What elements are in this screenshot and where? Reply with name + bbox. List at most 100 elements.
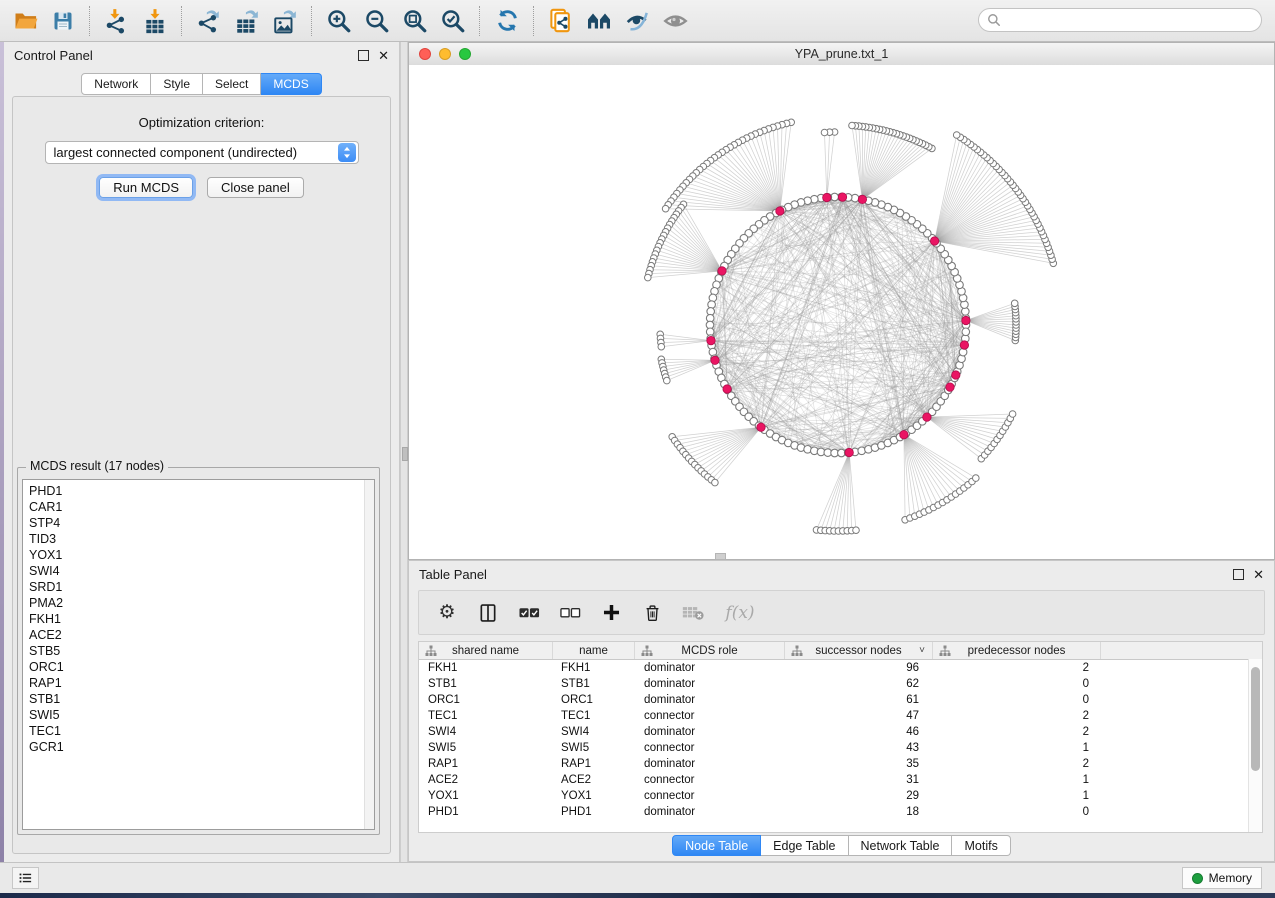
mcds-list-scrollbar[interactable] bbox=[364, 480, 374, 829]
optimization-criterion-select[interactable]: largest connected component (undirected) bbox=[45, 141, 359, 164]
table-cell[interactable]: 35 bbox=[785, 758, 933, 770]
column-header-mcds-role[interactable]: MCDS role bbox=[635, 642, 785, 659]
table-row[interactable]: SWI5SWI5connector431 bbox=[419, 740, 1262, 756]
import-table-button[interactable] bbox=[136, 3, 174, 39]
zoom-out-button[interactable] bbox=[358, 3, 396, 39]
table-cell[interactable]: PHD1 bbox=[553, 806, 635, 818]
table-cell[interactable]: 2 bbox=[933, 758, 1101, 770]
table-row[interactable]: ORC1ORC1dominator610 bbox=[419, 692, 1262, 708]
float-panel-icon[interactable] bbox=[358, 50, 369, 61]
tab-mcds[interactable]: MCDS bbox=[261, 73, 321, 95]
network-window-titlebar[interactable]: YPA_prune.txt_1 bbox=[409, 43, 1274, 66]
table-cell[interactable]: TEC1 bbox=[419, 710, 553, 722]
mcds-result-item[interactable]: TEC1 bbox=[29, 723, 374, 739]
search-input[interactable] bbox=[1006, 12, 1261, 28]
table-row[interactable]: STB1STB1dominator620 bbox=[419, 676, 1262, 692]
close-table-panel-icon[interactable]: ✕ bbox=[1253, 568, 1264, 581]
table-cell[interactable]: RAP1 bbox=[553, 758, 635, 770]
show-graphics-details-button[interactable] bbox=[656, 3, 694, 39]
binoculars-button[interactable] bbox=[580, 3, 618, 39]
mcds-result-item[interactable]: STB5 bbox=[29, 643, 374, 659]
tab-network[interactable]: Network bbox=[81, 73, 151, 95]
table-cell[interactable]: SWI4 bbox=[553, 726, 635, 738]
tab-motifs[interactable]: Motifs bbox=[952, 835, 1010, 856]
close-panel-button[interactable]: Close panel bbox=[207, 177, 304, 198]
mcds-result-item[interactable]: CAR1 bbox=[29, 499, 374, 515]
export-network-button[interactable] bbox=[190, 3, 228, 39]
table-cell[interactable]: 46 bbox=[785, 726, 933, 738]
zoom-selected-button[interactable] bbox=[434, 3, 472, 39]
table-cell[interactable]: 2 bbox=[933, 726, 1101, 738]
table-cell[interactable]: connector bbox=[635, 790, 785, 802]
column-header-shared-name[interactable]: shared name bbox=[419, 642, 553, 659]
table-cell[interactable]: 18 bbox=[785, 806, 933, 818]
mcds-result-item[interactable]: SRD1 bbox=[29, 579, 374, 595]
save-session-button[interactable] bbox=[44, 3, 82, 39]
table-cell[interactable]: PHD1 bbox=[419, 806, 553, 818]
function-builder-button[interactable]: f(x) bbox=[723, 602, 757, 624]
tab-network-table[interactable]: Network Table bbox=[849, 835, 953, 856]
run-mcds-button[interactable]: Run MCDS bbox=[99, 177, 193, 198]
table-cell[interactable]: dominator bbox=[635, 726, 785, 738]
table-scrollbar[interactable] bbox=[1248, 659, 1262, 832]
table-cell[interactable]: ACE2 bbox=[419, 774, 553, 786]
mcds-result-list[interactable]: PHD1CAR1STP4TID3YOX1SWI4SRD1PMA2FKH1ACE2… bbox=[22, 479, 375, 830]
table-cell[interactable]: 2 bbox=[933, 662, 1101, 674]
table-row[interactable]: PHD1PHD1dominator180 bbox=[419, 804, 1262, 820]
table-cell[interactable]: TEC1 bbox=[553, 710, 635, 722]
mcds-result-item[interactable]: FKH1 bbox=[29, 611, 374, 627]
task-history-button[interactable] bbox=[12, 867, 39, 889]
table-cell[interactable]: RAP1 bbox=[419, 758, 553, 770]
table-row[interactable]: FKH1FKH1dominator962 bbox=[419, 660, 1262, 676]
panel-divider[interactable] bbox=[400, 42, 408, 862]
delete-table-button[interactable] bbox=[682, 602, 704, 624]
tab-style[interactable]: Style bbox=[151, 73, 203, 95]
deselect-all-columns-button[interactable] bbox=[559, 602, 581, 624]
table-cell[interactable]: 2 bbox=[933, 710, 1101, 722]
table-row[interactable]: SWI4SWI4dominator462 bbox=[419, 724, 1262, 740]
network-from-file-button[interactable] bbox=[542, 3, 580, 39]
table-cell[interactable]: 0 bbox=[933, 678, 1101, 690]
column-header-successor-nodes[interactable]: successor nodes ˅ bbox=[785, 642, 933, 659]
mcds-result-item[interactable]: YOX1 bbox=[29, 547, 374, 563]
close-window-icon[interactable] bbox=[419, 48, 431, 60]
table-cell[interactable]: 0 bbox=[933, 806, 1101, 818]
tab-edge-table[interactable]: Edge Table bbox=[761, 835, 848, 856]
table-row[interactable]: ACE2ACE2connector311 bbox=[419, 772, 1262, 788]
mcds-result-item[interactable]: SWI5 bbox=[29, 707, 374, 723]
table-cell[interactable]: STB1 bbox=[419, 678, 553, 690]
table-cell[interactable]: 43 bbox=[785, 742, 933, 754]
mcds-result-item[interactable]: PMA2 bbox=[29, 595, 374, 611]
zoom-in-button[interactable] bbox=[320, 3, 358, 39]
mcds-result-item[interactable]: RAP1 bbox=[29, 675, 374, 691]
close-panel-icon[interactable]: ✕ bbox=[378, 49, 389, 62]
table-row[interactable]: RAP1RAP1dominator352 bbox=[419, 756, 1262, 772]
mcds-result-item[interactable]: STB1 bbox=[29, 691, 374, 707]
column-header-name[interactable]: name bbox=[553, 642, 635, 659]
minimize-window-icon[interactable] bbox=[439, 48, 451, 60]
column-header-predecessor-nodes[interactable]: predecessor nodes bbox=[933, 642, 1101, 659]
mcds-result-item[interactable]: STP4 bbox=[29, 515, 374, 531]
mcds-result-item[interactable]: GCR1 bbox=[29, 739, 374, 755]
table-cell[interactable]: FKH1 bbox=[553, 662, 635, 674]
tab-select[interactable]: Select bbox=[203, 73, 261, 95]
table-cell[interactable]: dominator bbox=[635, 758, 785, 770]
table-cell[interactable]: ORC1 bbox=[419, 694, 553, 706]
table-cell[interactable]: connector bbox=[635, 710, 785, 722]
table-cell[interactable]: SWI4 bbox=[419, 726, 553, 738]
mcds-result-item[interactable]: PHD1 bbox=[29, 483, 374, 499]
table-cell[interactable]: 1 bbox=[933, 742, 1101, 754]
table-cell[interactable]: dominator bbox=[635, 662, 785, 674]
table-cell[interactable]: dominator bbox=[635, 806, 785, 818]
mcds-result-item[interactable]: SWI4 bbox=[29, 563, 374, 579]
table-cell[interactable]: connector bbox=[635, 774, 785, 786]
table-cell[interactable]: YOX1 bbox=[553, 790, 635, 802]
select-all-columns-button[interactable] bbox=[518, 602, 540, 624]
table-cell[interactable]: 31 bbox=[785, 774, 933, 786]
table-cell[interactable]: SWI5 bbox=[553, 742, 635, 754]
split-pane-handle[interactable] bbox=[715, 553, 726, 560]
export-image-button[interactable] bbox=[266, 3, 304, 39]
table-cell[interactable]: 1 bbox=[933, 790, 1101, 802]
table-cell[interactable]: dominator bbox=[635, 694, 785, 706]
table-cell[interactable]: YOX1 bbox=[419, 790, 553, 802]
